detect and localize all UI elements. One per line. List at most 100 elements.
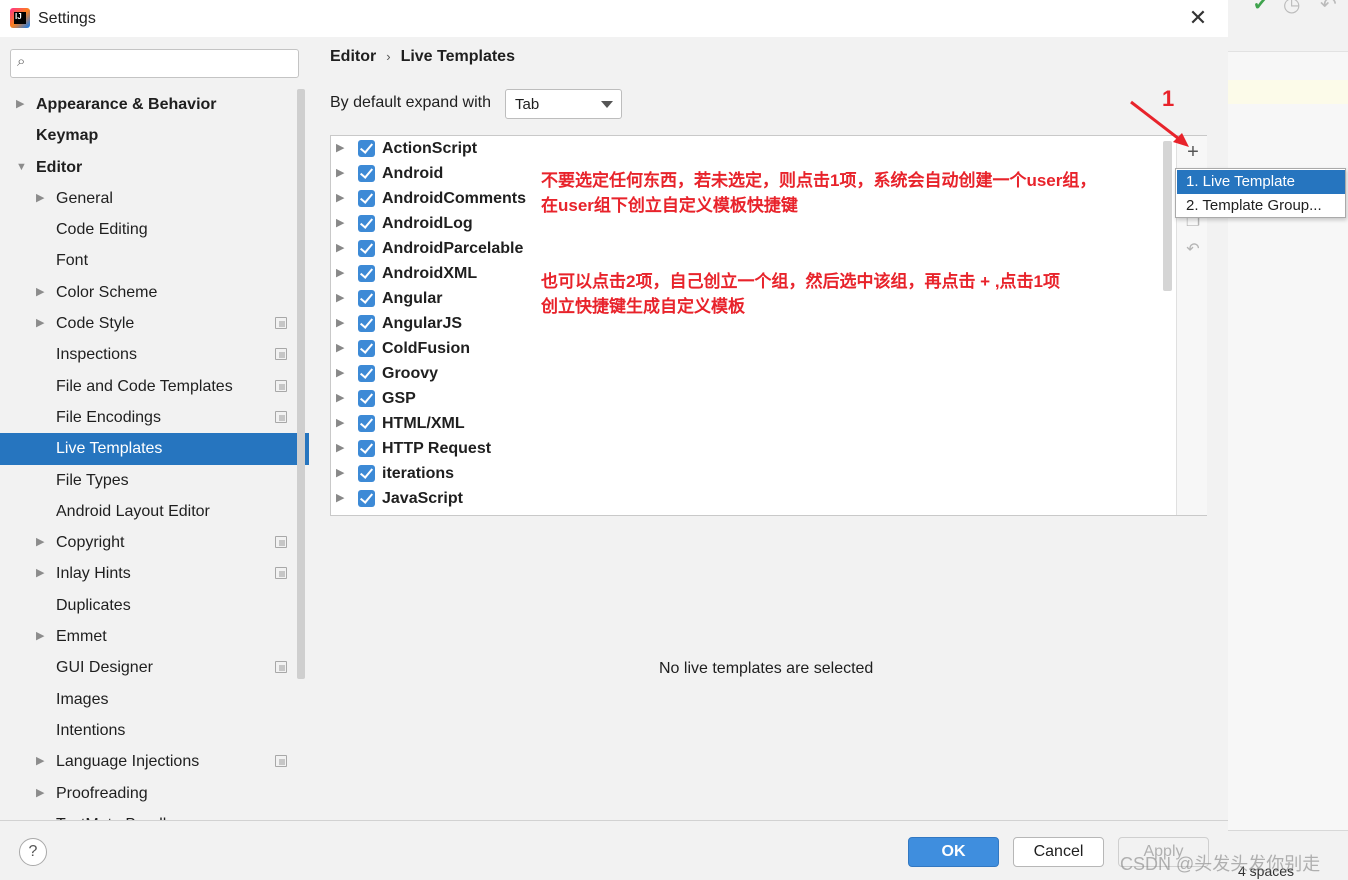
template-group-checkbox[interactable] <box>358 140 375 157</box>
chevron-right-icon[interactable]: ▶ <box>336 436 344 461</box>
chevron-right-icon[interactable]: ▶ <box>336 186 344 211</box>
template-group-row[interactable]: ▶ ColdFusion <box>331 336 1176 361</box>
template-group-row[interactable]: ▶ Groovy <box>331 361 1176 386</box>
template-group-row[interactable]: ▶ JavaScript <box>331 486 1176 511</box>
sidebar-item-android-layout-editor[interactable]: Android Layout Editor <box>0 496 309 527</box>
template-group-checkbox[interactable] <box>358 465 375 482</box>
template-group-checkbox[interactable] <box>358 190 375 207</box>
breadcrumb-parent[interactable]: Editor <box>330 48 376 65</box>
chevron-right-icon[interactable]: ▶ <box>36 621 44 652</box>
close-icon[interactable]: ✕ <box>1186 6 1210 30</box>
template-group-row[interactable]: ▶ HTTP Request <box>331 436 1176 461</box>
template-group-name: HTTP Request <box>382 440 492 457</box>
sidebar-item-live-templates[interactable]: Live Templates <box>0 433 309 465</box>
template-group-checkbox[interactable] <box>358 440 375 457</box>
sidebar-item-label: Inlay Hints <box>56 565 131 583</box>
template-group-checkbox[interactable] <box>358 215 375 232</box>
ok-button[interactable]: OK <box>908 837 999 867</box>
template-group-checkbox[interactable] <box>358 365 375 382</box>
chevron-right-icon[interactable]: ▶ <box>336 411 344 436</box>
template-group-checkbox[interactable] <box>358 415 375 432</box>
menu-item-live-template[interactable]: 1. Live Template <box>1177 170 1345 194</box>
expand-with-dropdown[interactable]: Tab <box>505 89 622 119</box>
chevron-right-icon[interactable]: ▶ <box>16 89 24 120</box>
chevron-right-icon[interactable]: ▶ <box>336 161 344 186</box>
sidebar-item-file-types[interactable]: File Types <box>0 465 309 496</box>
chevron-right-icon[interactable]: ▶ <box>336 486 344 511</box>
history-icon: ◷ <box>1283 0 1301 16</box>
sidebar-item-duplicates[interactable]: Duplicates <box>0 590 309 621</box>
search-input[interactable] <box>39 53 289 73</box>
sidebar-item-file-and-code-templates[interactable]: File and Code Templates <box>0 371 309 402</box>
sidebar-item-inlay-hints[interactable]: ▶ Inlay Hints <box>0 558 309 589</box>
template-group-checkbox[interactable] <box>358 265 375 282</box>
sidebar-item-textmate-bundles[interactable]: TextMate Bundles <box>0 809 309 820</box>
chevron-right-icon[interactable]: ▶ <box>336 461 344 486</box>
sidebar-item-general[interactable]: ▶ General <box>0 183 309 214</box>
ide-background: ✔ ◷ ↶ 4 spaces <box>1228 0 1348 880</box>
chevron-right-icon[interactable]: ▶ <box>36 308 44 339</box>
sidebar-item-language-injections[interactable]: ▶ Language Injections <box>0 746 309 777</box>
template-group-row[interactable]: ▶ iterations <box>331 461 1176 486</box>
sidebar-item-copyright[interactable]: ▶ Copyright <box>0 527 309 558</box>
chevron-right-icon[interactable]: ▶ <box>36 746 44 777</box>
chevron-right-icon[interactable]: ▶ <box>336 236 344 261</box>
sidebar-item-code-editing[interactable]: Code Editing <box>0 214 309 245</box>
chevron-right-icon[interactable]: ▶ <box>336 286 344 311</box>
chevron-right-icon[interactable]: ▶ <box>336 361 344 386</box>
sidebar-item-font[interactable]: Font <box>0 245 309 276</box>
template-group-row[interactable]: ▶ AndroidParcelable <box>331 236 1176 261</box>
chevron-right-icon[interactable]: ▶ <box>336 211 344 236</box>
sidebar-item-inspections[interactable]: Inspections <box>0 339 309 370</box>
chevron-right-icon[interactable]: ▶ <box>36 778 44 809</box>
help-button[interactable]: ? <box>19 838 47 866</box>
template-group-checkbox[interactable] <box>358 490 375 507</box>
sidebar-item-images[interactable]: Images <box>0 684 309 715</box>
chevron-right-icon[interactable]: ▶ <box>336 336 344 361</box>
sidebar-item-label: General <box>56 189 113 207</box>
chevron-right-icon[interactable]: ▶ <box>336 136 344 161</box>
sidebar-item-intentions[interactable]: Intentions <box>0 715 309 746</box>
sidebar-item-editor[interactable]: ▼ Editor <box>0 152 309 183</box>
chevron-right-icon[interactable]: ▶ <box>36 183 44 214</box>
sidebar-item-file-encodings[interactable]: File Encodings <box>0 402 309 433</box>
chevron-right-icon[interactable]: ▶ <box>336 261 344 286</box>
sidebar-item-label: Language Injections <box>56 753 200 771</box>
sidebar-item-proofreading[interactable]: ▶ Proofreading <box>0 778 309 809</box>
template-group-row[interactable]: ▶ GSP <box>331 386 1176 411</box>
template-group-checkbox[interactable] <box>358 165 375 182</box>
breadcrumb: Editor › Live Templates <box>330 48 515 66</box>
sidebar-item-color-scheme[interactable]: ▶ Color Scheme <box>0 277 309 308</box>
chevron-right-icon[interactable]: ▶ <box>336 386 344 411</box>
template-group-checkbox[interactable] <box>358 390 375 407</box>
menu-item-template-group[interactable]: 2. Template Group... <box>1177 194 1345 218</box>
templates-scrollbar[interactable] <box>1163 141 1172 291</box>
template-group-checkbox[interactable] <box>358 240 375 257</box>
chevron-down-icon[interactable]: ▼ <box>16 152 27 183</box>
sidebar-item-emmet[interactable]: ▶ Emmet <box>0 621 309 652</box>
annotation-arrow-icon <box>1130 100 1189 147</box>
template-group-row[interactable]: ▶ HTML/XML <box>331 411 1176 436</box>
chevron-right-icon[interactable]: ▶ <box>336 311 344 336</box>
sidebar-item-appearance-behavior[interactable]: ▶ Appearance & Behavior <box>0 89 309 120</box>
template-group-row[interactable]: ▶ ActionScript <box>331 136 1176 161</box>
sidebar-item-code-style[interactable]: ▶ Code Style <box>0 308 309 339</box>
sidebar-item-label: TextMate Bundles <box>56 809 183 820</box>
project-scope-icon <box>275 661 287 674</box>
sidebar-scrollbar[interactable] <box>297 89 305 679</box>
chevron-right-icon[interactable]: ▶ <box>36 527 44 558</box>
chevron-right-icon[interactable]: ▶ <box>36 558 44 589</box>
template-group-checkbox[interactable] <box>358 315 375 332</box>
cancel-button[interactable]: Cancel <box>1013 837 1104 867</box>
chevron-right-icon[interactable]: ▶ <box>36 277 44 308</box>
template-group-checkbox[interactable] <box>358 340 375 357</box>
template-group-checkbox[interactable] <box>358 290 375 307</box>
sidebar-item-gui-designer[interactable]: GUI Designer <box>0 652 309 683</box>
search-icon[interactable]: ⌕ <box>17 53 25 70</box>
template-group-name: ColdFusion <box>382 340 470 357</box>
sidebar-item-keymap[interactable]: Keymap <box>0 120 309 151</box>
restore-icon[interactable]: ↶ <box>1183 240 1203 260</box>
empty-message: No live templates are selected <box>659 660 874 677</box>
search-field[interactable]: ⌕ <box>10 49 299 78</box>
sidebar-item-label: File Encodings <box>56 408 161 426</box>
